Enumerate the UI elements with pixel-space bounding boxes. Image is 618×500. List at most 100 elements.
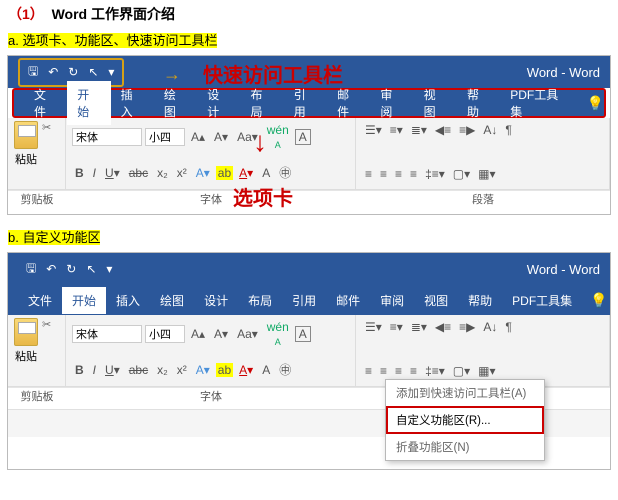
increase-indent-button[interactable]: ≡▶ [456, 121, 478, 139]
align-center-button[interactable]: ≡ [377, 165, 390, 183]
justify-button[interactable]: ≡ [407, 165, 420, 183]
tab-home[interactable]: 开始 [62, 287, 106, 314]
bullets-button[interactable]: ☰▾ [362, 121, 385, 139]
italic-button[interactable]: I [90, 164, 99, 182]
borders-button[interactable]: ▦▾ [475, 165, 498, 183]
menu-customize-ribbon[interactable]: 自定义功能区(R)... [386, 406, 544, 434]
multilevel-button[interactable]: ≣▾ [408, 121, 430, 139]
font-name-select[interactable] [72, 128, 142, 146]
grow-font-button[interactable]: A▴ [188, 325, 208, 343]
show-marks-button[interactable]: ¶ [502, 318, 514, 336]
tab-help[interactable]: 帮助 [458, 287, 502, 314]
tab-draw[interactable]: 绘图 [150, 287, 194, 314]
text-effects-button[interactable]: A▾ [193, 164, 213, 182]
align-right-button[interactable]: ≡ [392, 362, 405, 380]
subscript-button[interactable]: x₂ [154, 361, 171, 379]
decrease-indent-button[interactable]: ◀≡ [432, 318, 454, 336]
undo-icon[interactable]: ↶ [48, 65, 58, 79]
underline-button[interactable]: U▾ [102, 164, 123, 182]
tab-review[interactable]: 审阅 [370, 287, 414, 314]
superscript-button[interactable]: x² [174, 361, 190, 379]
char-border-button[interactable]: A [295, 129, 311, 145]
enclose-char-button[interactable]: ㊥ [276, 359, 294, 380]
enclose-char-button[interactable]: ㊥ [276, 162, 294, 183]
borders-button[interactable]: ▦▾ [475, 362, 498, 380]
numbering-button[interactable]: ≡▾ [387, 318, 406, 336]
tabs-annotation: 选项卡 [233, 182, 293, 211]
show-marks-button[interactable]: ¶ [502, 121, 514, 139]
superscript-button[interactable]: x² [174, 164, 190, 182]
tellme-icon[interactable]: 💡 [587, 95, 604, 112]
save-icon[interactable]: 🖫 [26, 259, 36, 280]
font-color-button[interactable]: A▾ [236, 361, 256, 379]
customize-qat-icon[interactable]: ▾ [108, 65, 114, 79]
tab-references[interactable]: 引用 [282, 287, 326, 314]
line-spacing-button[interactable]: ‡≡▾ [422, 165, 448, 183]
multilevel-button[interactable]: ≣▾ [408, 318, 430, 336]
customize-qat-icon[interactable]: ▾ [106, 262, 112, 276]
sort-button[interactable]: A↓ [480, 121, 500, 139]
tab-view[interactable]: 视图 [414, 287, 458, 314]
tab-pdf[interactable]: PDF工具集 [502, 287, 582, 314]
justify-button[interactable]: ≡ [407, 362, 420, 380]
redo-icon[interactable]: ↻ [66, 262, 76, 276]
cut-icon[interactable]: ✂ [42, 121, 51, 167]
tellme-icon[interactable]: 💡 [590, 292, 607, 309]
align-center-button[interactable]: ≡ [377, 362, 390, 380]
change-case-button[interactable]: Aa▾ [234, 128, 261, 146]
font-group-2: A▴ A▾ Aa▾ wénA A B I U▾ abc x₂ x² A▾ ab … [66, 315, 356, 386]
text-effects-button[interactable]: A▾ [193, 361, 213, 379]
highlight-button[interactable]: ab [216, 363, 233, 377]
strikethrough-button[interactable]: abc [126, 361, 151, 379]
bold-button[interactable]: B [72, 164, 87, 182]
undo-icon[interactable]: ↶ [46, 262, 56, 276]
strikethrough-button[interactable]: abc [126, 164, 151, 182]
char-shading-button[interactable]: A [259, 164, 273, 182]
highlight-button[interactable]: ab [216, 166, 233, 180]
italic-button[interactable]: I [90, 361, 99, 379]
char-shading-button[interactable]: A [259, 361, 273, 379]
shading-button[interactable]: ▢▾ [450, 362, 473, 380]
tab-insert[interactable]: 插入 [106, 287, 150, 314]
grow-font-button[interactable]: A▴ [188, 128, 208, 146]
phonetic-guide-button[interactable]: wénA [264, 121, 292, 153]
screenshot-2: 🖫 ↶ ↻ ↖ ▾ Word - Word 文件 开始 插入 绘图 设计 布局 … [7, 252, 611, 470]
paste-button[interactable]: 粘贴 [14, 121, 38, 167]
tab-design[interactable]: 设计 [194, 287, 238, 314]
subscript-button[interactable]: x₂ [154, 164, 171, 182]
shading-button[interactable]: ▢▾ [450, 165, 473, 183]
cursor-icon[interactable]: ↖ [88, 65, 98, 79]
bold-button[interactable]: B [72, 361, 87, 379]
numbering-button[interactable]: ≡▾ [387, 121, 406, 139]
char-border-button[interactable]: A [295, 326, 311, 342]
redo-icon[interactable]: ↻ [68, 65, 78, 79]
shrink-font-button[interactable]: A▾ [211, 128, 231, 146]
underline-button[interactable]: U▾ [102, 361, 123, 379]
font-label: 字体 [66, 191, 356, 212]
decrease-indent-button[interactable]: ◀≡ [432, 121, 454, 139]
tab-mailings[interactable]: 邮件 [326, 287, 370, 314]
change-case-button[interactable]: Aa▾ [234, 325, 261, 343]
phonetic-guide-button[interactable]: wénA [264, 318, 292, 350]
line-spacing-button[interactable]: ‡≡▾ [422, 362, 448, 380]
align-left-button[interactable]: ≡ [362, 362, 375, 380]
menu-collapse-ribbon[interactable]: 折叠功能区(N) [386, 434, 544, 460]
font-size-select[interactable] [145, 128, 185, 146]
save-icon[interactable]: 🖫 [28, 62, 38, 83]
tab-file[interactable]: 文件 [18, 287, 62, 314]
clipboard-label: 剪贴板 [8, 191, 66, 212]
cut-icon[interactable]: ✂ [42, 318, 51, 364]
increase-indent-button[interactable]: ≡▶ [456, 318, 478, 336]
tab-layout[interactable]: 布局 [238, 287, 282, 314]
bullets-button[interactable]: ☰▾ [362, 318, 385, 336]
paste-button[interactable]: 粘贴 [14, 318, 38, 364]
font-name-select[interactable] [72, 325, 142, 343]
cursor-icon[interactable]: ↖ [86, 262, 96, 276]
shrink-font-button[interactable]: A▾ [211, 325, 231, 343]
font-size-select[interactable] [145, 325, 185, 343]
font-color-button[interactable]: A▾ [236, 164, 256, 182]
align-right-button[interactable]: ≡ [392, 165, 405, 183]
menu-add-qat[interactable]: 添加到快速访问工具栏(A) [386, 380, 544, 406]
align-left-button[interactable]: ≡ [362, 165, 375, 183]
sort-button[interactable]: A↓ [480, 318, 500, 336]
